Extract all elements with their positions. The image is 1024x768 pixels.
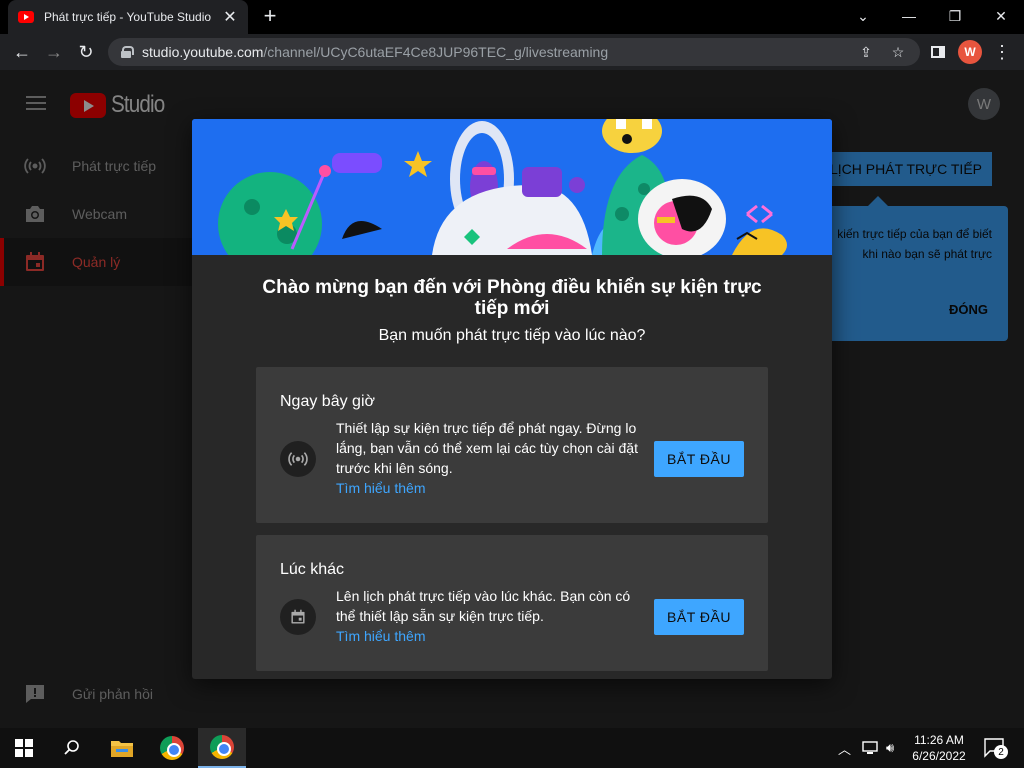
clock-date: 6/26/2022 [912,749,966,763]
start-now-button[interactable]: BẮT ĐẦU [654,441,744,477]
windows-start-icon[interactable] [0,728,48,768]
minimize-button[interactable]: — [886,0,932,32]
learn-more-link[interactable]: Tìm hiểu thêm [336,480,425,496]
tray-chevron-icon[interactable]: ︿ [838,728,851,768]
option-heading: Lúc khác [280,561,345,578]
tab-search-icon[interactable]: ⌄ [840,0,886,32]
option-card-later: Lúc khác Lên lịch phát trực tiếp vào lúc… [256,535,768,671]
learn-more-link[interactable]: Tìm hiểu thêm [336,628,425,644]
profile-avatar[interactable]: W [958,40,982,64]
reload-icon[interactable]: ↻ [72,38,100,66]
taskbar-clock[interactable]: 11:26 AM 6/26/2022 [908,732,970,764]
option-card-now: Ngay bây giờ Thiết lập sự kiện trực tiếp… [256,367,768,523]
welcome-dialog: Chào mừng bạn đến với Phòng điều khiển s… [192,119,832,679]
volume-icon[interactable]: 🔊︎ [886,728,894,768]
forward-arrow-icon[interactable]: → [40,38,68,66]
hero-illustration [192,119,832,255]
file-explorer-icon[interactable] [98,728,146,768]
chrome-active-taskbar-icon[interactable] [198,728,246,768]
chrome-icon [210,735,234,759]
url-path: /channel/UCyC6utaEF4Ce8JUP96TEC_g/livest… [263,44,609,60]
url-host: studio.youtube.com [142,44,264,60]
schedule-later-button[interactable]: BẮT ĐẦU [654,599,744,635]
option-description: Thiết lập sự kiện trực tiếp để phát ngay… [336,420,638,476]
calendar-icon [280,599,316,635]
tab-title: Phát trực tiếp - YouTube Studio [44,10,212,24]
chrome-icon [160,736,184,760]
dialog-title: Chào mừng bạn đến với Phòng điều khiển s… [262,277,762,319]
chrome-taskbar-icon[interactable] [148,728,196,768]
new-tab-button[interactable]: + [258,5,282,29]
browser-tab-strip: Phát trực tiếp - YouTube Studio ✕ + ⌄ — … [0,0,1024,34]
address-bar[interactable]: studio.youtube.com/channel/UCyC6utaEF4Ce… [108,38,920,66]
screen: Phát trực tiếp - YouTube Studio ✕ + ⌄ — … [0,0,1024,768]
share-icon[interactable]: ⇪ [856,42,876,62]
browser-tab[interactable]: Phát trực tiếp - YouTube Studio ✕ [8,0,248,34]
option-heading: Ngay bây giờ [280,393,375,410]
search-icon[interactable] [48,728,96,768]
option-description: Lên lịch phát trực tiếp vào lúc khác. Bạ… [336,588,631,624]
lock-icon [120,46,134,58]
windows-taskbar: ︿ 🔊︎ 11:26 AM 6/26/2022 2 [0,728,1024,768]
side-panel-icon[interactable] [924,38,952,66]
broadcast-icon [280,441,316,477]
browser-toolbar: ← → ↻ studio.youtube.com/channel/UCyC6ut… [0,34,1024,70]
close-window-button[interactable]: ✕ [978,0,1024,32]
back-arrow-icon[interactable]: ← [8,38,36,66]
notification-count: 2 [994,745,1008,759]
browser-menu-icon[interactable]: ⋮ [988,38,1016,66]
youtube-favicon-icon [18,11,34,23]
tab-close-icon[interactable]: ✕ [222,7,238,27]
network-icon[interactable] [862,728,880,768]
clock-time: 11:26 AM [914,733,964,747]
notification-icon[interactable]: 2 [984,728,1008,768]
dialog-subtitle: Bạn muốn phát trực tiếp vào lúc nào? [378,327,646,344]
restore-button[interactable]: ❐ [932,0,978,32]
bookmark-star-icon[interactable]: ☆ [888,42,908,62]
